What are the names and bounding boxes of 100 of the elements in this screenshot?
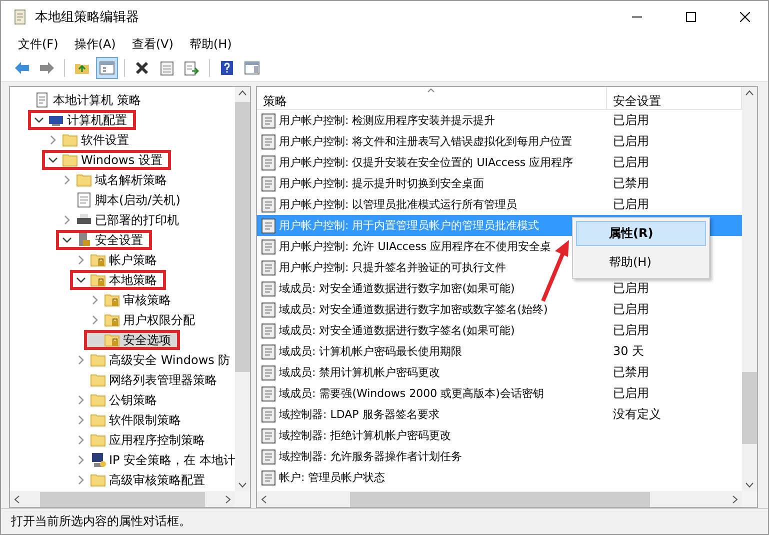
back-arrow-icon (14, 61, 30, 75)
policy-name[interactable]: 域成员: 计算机帐户密码最长使用期限 (279, 344, 462, 359)
sort-caret-icon (427, 88, 435, 93)
policy-name[interactable]: 域成员: 禁用计算机帐户密码更改 (279, 365, 440, 380)
horizontal-scrollbar[interactable] (10, 491, 235, 507)
forward-arrow-icon (39, 61, 55, 75)
tree-item[interactable]: 域名解析策略 (56, 170, 176, 190)
action-pane-icon (244, 61, 260, 75)
folder-icon (62, 132, 78, 148)
policy-name[interactable]: 域成员: 对安全通道数据进行数字签名(如果可能) (279, 323, 515, 338)
column-header[interactable]: 策略 (257, 87, 607, 110)
setting-value: 已启用 (612, 385, 650, 402)
policy-name[interactable]: 域控制器: 允许服务器操作者计划任务 (279, 449, 462, 464)
chevron-right-icon (64, 175, 70, 185)
policy-icon (261, 260, 276, 276)
policy-icon (261, 238, 276, 254)
folder-icon (62, 152, 78, 168)
menu-item[interactable]: 文件(F) (11, 34, 66, 54)
tree-item[interactable]: 高级安全 Windows 防 (70, 350, 235, 370)
policy-name[interactable]: 用户帐户控制: 检测应用程序安装并提示提升 (279, 113, 496, 128)
tree-item[interactable]: 本地计算机 策略 (14, 90, 150, 110)
policy-name[interactable]: 用户帐户控制: 仅提升安装在安全位置的 UIAccess 应用程序 (279, 155, 574, 170)
setting-value: 30 天 (612, 343, 646, 360)
policy-name[interactable]: 域成员: 对安全通道数据进行数字加密或数字签名(始终) (279, 302, 548, 317)
scroll-left-icon[interactable] (260, 494, 268, 504)
scroll-left-icon[interactable] (13, 494, 21, 504)
tree-item[interactable]: 已部署的打印机 (56, 210, 188, 230)
vertical-scrollbar[interactable] (742, 87, 757, 491)
chevron-down-icon (48, 157, 58, 163)
tree-item[interactable]: 安全设置 (56, 230, 152, 250)
scrollbar-thumb[interactable] (350, 492, 650, 506)
policy-name[interactable]: 域成员: 需要强(Windows 2000 或更高版本)会话密钥 (279, 386, 544, 401)
setting-value: 已启用 (612, 301, 650, 318)
policy-name[interactable]: 用户帐户控制: 只提升签名并验证的可执行文件 (279, 260, 506, 275)
tree-item[interactable]: 用户权限分配 (84, 310, 204, 330)
folder-up-icon (74, 61, 90, 75)
setting-value: 已禁用 (612, 175, 650, 192)
tree-item[interactable]: 高级审核策略配置 (70, 470, 214, 490)
scrollbar-thumb[interactable] (235, 102, 250, 372)
console-tree-icon (99, 61, 115, 75)
policy-name[interactable]: 用户帐户控制: 将文件和注册表写入错误虚拟化到每用户位置 (279, 134, 572, 149)
folder-icon (76, 172, 92, 188)
export-list-icon (184, 60, 200, 76)
horizontal-scrollbar[interactable] (257, 491, 742, 507)
chevron-right-icon (50, 135, 56, 145)
tree-item[interactable]: 帐户策略 (70, 250, 166, 270)
properties-icon (160, 60, 174, 76)
security-icon (76, 232, 92, 248)
policy-name[interactable]: 用户帐户控制: 以管理员批准模式运行所有管理员 (279, 197, 518, 212)
menu-item[interactable]: 帮助(H) (182, 34, 239, 54)
menu-item[interactable]: 操作(A) (67, 34, 123, 54)
tree-item[interactable]: 公钥策略 (70, 390, 166, 410)
tree-item[interactable]: 应用程序控制策略 (70, 430, 214, 450)
policy-icon (261, 322, 276, 338)
context-menu-item[interactable]: 帮助(H) (576, 250, 706, 275)
scrollbar-thumb[interactable] (40, 492, 205, 506)
locked-folder-icon (104, 292, 120, 308)
policy-icon (261, 470, 276, 486)
setting-value: 已启用 (612, 154, 650, 171)
policy-name[interactable]: 用户帐户控制: 允许 UIAccess 应用程序在不使用安全桌 (279, 239, 552, 254)
setting-value: 已启用 (612, 322, 650, 339)
chevron-down-icon (76, 277, 86, 283)
tree-item[interactable]: 安全选项 (84, 330, 180, 350)
policy-name[interactable]: 域控制器: 拒绝计算机帐户密码更改 (279, 428, 452, 443)
menu-item[interactable]: 查看(V) (124, 34, 180, 54)
app-icon (13, 9, 27, 25)
status-text: 打开当前所选内容的属性对话框。 (11, 513, 191, 530)
tree-item[interactable]: 本地策略 (70, 270, 166, 290)
tree-item[interactable]: 脚本(启动/关机) (56, 190, 190, 210)
context-menu-item[interactable]: 属性(R) (576, 221, 706, 246)
tree-item[interactable]: IP 安全策略，在 本地计 (70, 450, 235, 470)
setting-value: 已启用 (612, 196, 650, 213)
policy-icon (261, 406, 276, 422)
folder-icon (90, 412, 106, 428)
locked-folder-icon (90, 272, 106, 288)
script-icon (76, 192, 92, 208)
network-computer-icon (90, 452, 106, 468)
vertical-scrollbar[interactable] (235, 87, 250, 491)
policy-icon (261, 280, 276, 296)
policy-icon (261, 218, 276, 234)
tree-item[interactable]: 网络列表管理器策略 (70, 370, 226, 390)
policy-icon (261, 196, 276, 212)
policy-name[interactable]: 帐户: 管理员帐户状态 (279, 470, 386, 485)
policy-icon (261, 134, 276, 150)
tree-item[interactable]: Windows 设置 (42, 150, 172, 170)
policy-name[interactable]: 域成员: 对安全通道数据进行数字加密(如果可能) (279, 281, 515, 296)
scroll-right-icon[interactable] (224, 494, 232, 504)
help-icon (220, 60, 234, 76)
policy-name[interactable]: 用户帐户控制: 提示提升时切换到安全桌面 (279, 176, 484, 191)
scroll-right-icon[interactable] (731, 494, 739, 504)
policy-icon (261, 448, 276, 464)
locked-folder-icon (90, 252, 106, 268)
tree-item[interactable]: 计算机配置 (28, 110, 136, 130)
tree-item[interactable]: 软件限制策略 (70, 410, 190, 430)
folder-icon (90, 432, 106, 448)
policy-icon (261, 176, 276, 192)
scrollbar-thumb[interactable] (742, 372, 757, 444)
policy-name[interactable]: 域控制器: LDAP 服务器签名要求 (279, 407, 440, 422)
tree-item[interactable]: 审核策略 (84, 290, 180, 310)
tree-item[interactable]: 软件设置 (42, 130, 138, 150)
